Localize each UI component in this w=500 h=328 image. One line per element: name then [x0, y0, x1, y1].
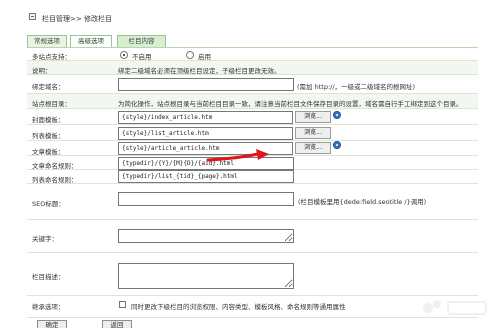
row-bind-domain: 绑定域名： (需加 http://，一级或二级域名的根网址) — [27, 75, 478, 94]
site-root-label: 站点根目录： — [32, 100, 71, 108]
note-text: 绑定二级域名必须在顶级栏目设定，子级栏目更改无效。 — [118, 67, 281, 75]
seo-title-label: SEO标题： — [32, 200, 65, 208]
list-template-label: 列表模板： — [32, 132, 65, 140]
article-template-label: 文章模板： — [32, 148, 65, 156]
bind-domain-input[interactable] — [118, 78, 294, 91]
row-list-naming: 列表命名规则： — [27, 170, 478, 184]
article-template-browse-button[interactable]: 浏览... — [295, 142, 331, 154]
row-note: 说明： 绑定二级域名必须在顶级栏目设定，子级栏目更改无效。 — [27, 61, 478, 75]
keywords-label: 关键字： — [32, 235, 58, 243]
index-template-input[interactable] — [118, 111, 293, 124]
red-arrow-annotation — [206, 149, 269, 162]
row-list-template: 列表模板： 浏览... — [27, 125, 478, 141]
description-label: 栏目描述： — [32, 273, 65, 281]
index-template-label: 封面模板： — [32, 116, 65, 124]
article-naming-label: 文章命名规则： — [32, 162, 78, 170]
breadcrumb: 栏目管理>> 修改栏目 — [42, 14, 112, 24]
submit-button[interactable]: 确定 — [37, 320, 67, 328]
radio-disable[interactable] — [120, 51, 128, 59]
seo-title-input[interactable] — [118, 192, 294, 206]
keywords-textarea[interactable] — [118, 229, 294, 243]
row-multi-site: 多站点支持： 不启用 启用 — [27, 48, 478, 61]
inherit-text: 同时更改下级栏目的浏览权限、内容类型、模板风格、命名规则等通用属性 — [131, 303, 346, 311]
list-naming-label: 列表命名规则： — [32, 176, 78, 184]
row-seo-title: SEO标题： (栏目模板里用{dede:field.seotitle /}调用) — [27, 184, 478, 220]
list-naming-input[interactable] — [118, 170, 294, 183]
inherit-checkbox[interactable] — [119, 301, 126, 308]
seo-title-hint: (栏目模板里用{dede:field.seotitle /}调用) — [298, 198, 427, 206]
folder-icon — [29, 13, 36, 20]
bind-domain-hint: (需加 http://，一级或二级域名的根网址) — [297, 83, 416, 91]
row-inherit: 继承选项： 同时更改下级栏目的浏览权限、内容类型、模板风格、命名规则等通用属性 — [27, 296, 478, 318]
row-keywords: 关键字： — [27, 220, 478, 253]
site-root-text: 为简化操作，站点根目录与当前栏目目录一致，请注意当前栏目文件保存目录的设置，域名… — [118, 100, 463, 108]
top-bar: 栏目管理>> 修改栏目 — [0, 0, 500, 28]
inherit-label: 继承选项： — [32, 303, 65, 311]
note-label: 说明： — [32, 67, 52, 75]
description-textarea[interactable] — [118, 263, 294, 289]
list-template-browse-button[interactable]: 浏览... — [295, 127, 331, 139]
advanced-options-form: 多站点支持： 不启用 启用 说明： 绑定二级域名必须在顶级栏目设定，子级栏目更改… — [27, 47, 478, 328]
back-button[interactable]: 返回 — [102, 320, 132, 328]
breadcrumb-current: 修改栏目 — [83, 15, 112, 23]
tab-content[interactable]: 栏目内容 — [117, 35, 166, 47]
tab-general[interactable]: 常规选项 — [27, 35, 67, 47]
breadcrumb-parent[interactable]: 栏目管理>> — [42, 15, 82, 23]
row-site-root: 站点根目录： 为简化操作，站点根目录与当前栏目目录一致，请注意当前栏目文件保存目… — [27, 94, 478, 109]
index-template-browse-button[interactable]: 浏览... — [295, 111, 331, 123]
multi-site-label: 多站点支持： — [32, 53, 71, 61]
row-description: 栏目描述： — [27, 253, 478, 296]
radio-enable[interactable] — [186, 51, 194, 59]
list-template-input[interactable] — [118, 127, 293, 140]
help-icon[interactable] — [333, 141, 341, 149]
tab-advanced[interactable]: 高级选项 — [70, 35, 112, 47]
radio-enable-label: 启用 — [198, 53, 211, 61]
row-index-template: 封面模板： 浏览... — [27, 109, 478, 125]
help-icon[interactable] — [333, 111, 341, 119]
baidu-watermark — [423, 300, 487, 315]
radio-disable-label: 不启用 — [132, 53, 152, 61]
bind-domain-label: 绑定域名： — [32, 83, 65, 91]
